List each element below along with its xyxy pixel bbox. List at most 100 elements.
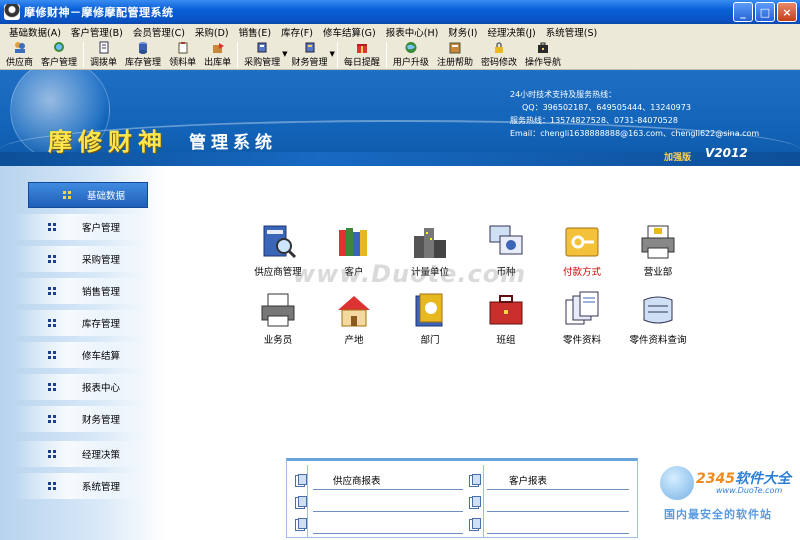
screens-icon xyxy=(489,225,523,255)
report-document-icon xyxy=(295,518,307,531)
report-customer-link[interactable]: 客户报表 xyxy=(509,471,547,489)
menu-customer[interactable]: 客户管理(B) xyxy=(66,25,128,39)
header-banner: 摩修财神 管理系统 24小时技术支持及服务热线： QQ：396502187、64… xyxy=(0,70,800,166)
tile-business-dept[interactable]: 营业部 xyxy=(623,222,693,282)
menu-purchase[interactable]: 采购(D) xyxy=(190,25,234,39)
supplier-book-icon xyxy=(263,225,297,259)
sidebar-item-reports[interactable]: 报表中心 xyxy=(14,374,150,400)
menu-reports[interactable]: 报表中心(H) xyxy=(381,25,444,39)
gift-icon xyxy=(356,44,367,53)
toolbar-finance-button[interactable]: 财务管理 xyxy=(288,40,332,69)
toolbar-transfer-button[interactable]: 调拨单 xyxy=(86,40,121,69)
report-item-empty[interactable] xyxy=(469,515,485,533)
toolbar-supplier-button[interactable]: 供应商 xyxy=(2,40,37,69)
tile-team[interactable]: 班组 xyxy=(471,290,541,350)
sidebar-item-repair-settlement[interactable]: 修车结算 xyxy=(14,342,150,368)
grid-bullet-icon xyxy=(48,415,56,423)
menu-manager[interactable]: 经理决策(J) xyxy=(483,25,541,39)
toolbar-separator xyxy=(83,42,85,68)
sidebar-item-stock[interactable]: 库存管理 xyxy=(14,310,150,336)
report-item-empty[interactable] xyxy=(295,515,311,533)
contact-info: 24小时技术支持及服务热线： QQ：396502187、649505444、13… xyxy=(510,88,759,140)
grid-bullet-icon xyxy=(48,287,56,295)
service-phone: 服务热线：13574827528、0731-84070528 xyxy=(510,116,678,125)
tile-label: 班组 xyxy=(496,335,516,346)
report-supplier-label: 供应商报表 xyxy=(333,476,381,487)
sidebar-item-label: 修车结算 xyxy=(82,351,121,362)
tile-parts-query[interactable]: 零件资料查询 xyxy=(614,290,702,350)
toolbar-separator xyxy=(385,42,387,68)
documents-icon xyxy=(565,291,599,325)
toolbar-daily-reminder-button[interactable]: 每日提醒 xyxy=(340,40,384,69)
menu-system[interactable]: 系统管理(S) xyxy=(541,25,602,39)
report-item-customer[interactable] xyxy=(469,471,485,489)
toolbar-requisition-label: 领料单 xyxy=(169,58,197,68)
menu-member[interactable]: 会员管理(C) xyxy=(128,25,190,39)
menu-finance[interactable]: 财务(I) xyxy=(443,25,482,39)
window-title: 摩修财神－摩修摩配管理系统 xyxy=(24,6,174,19)
earth-icon xyxy=(405,42,417,53)
house-icon xyxy=(338,296,370,327)
grid-bullet-icon xyxy=(48,351,56,359)
sidebar-item-sales[interactable]: 销售管理 xyxy=(14,278,150,304)
site-logo: 2345软件大全 www.DuoTe.com 国内最安全的软件站 xyxy=(656,460,800,540)
hotline-title: 24小时技术支持及服务热线： xyxy=(510,90,617,99)
report-item-empty[interactable] xyxy=(469,493,485,511)
toolbar-password-button[interactable]: 密码修改 xyxy=(477,40,521,69)
tile-origin[interactable]: 产地 xyxy=(319,290,389,350)
folder-book-icon xyxy=(415,293,443,327)
toolbar-purchase-button[interactable]: 采购管理 xyxy=(240,40,284,69)
toolbar-requisition-button[interactable]: 领料单 xyxy=(165,40,200,69)
menu-basic-data[interactable]: 基础数据(A) xyxy=(4,25,66,39)
report-document-icon xyxy=(469,474,481,487)
books-icon xyxy=(339,228,367,256)
email-address: Email：chengli1638888888@163.com、chengli6… xyxy=(510,129,760,138)
database-icon xyxy=(139,42,148,54)
toolbar-stock-button[interactable]: 库存管理 xyxy=(121,40,165,69)
sidebar-item-finance[interactable]: 财务管理 xyxy=(14,406,150,432)
tile-department[interactable]: 部门 xyxy=(395,290,465,350)
tile-salesperson[interactable]: 业务员 xyxy=(243,290,313,350)
toolbar-purchase-label: 采购管理 xyxy=(244,58,281,68)
chevron-down-icon[interactable]: ▼ xyxy=(330,50,335,58)
toolbar-guide-label: 操作导航 xyxy=(524,58,561,68)
toolbar-register-help-button[interactable]: 注册帮助 xyxy=(433,40,477,69)
menu-bar: 基础数据(A) 客户管理(B) 会员管理(C) 采购(D) 销售(E) 库存(F… xyxy=(0,24,800,40)
sidebar-item-basic-data[interactable]: 基础数据 xyxy=(28,182,148,208)
globe-user-icon xyxy=(54,42,65,52)
logo-mascot-icon xyxy=(660,466,694,500)
menu-stock[interactable]: 库存(F) xyxy=(276,25,318,39)
toolbar-upgrade-button[interactable]: 用户升级 xyxy=(389,40,433,69)
toolbar-guide-button[interactable]: 操作导航 xyxy=(521,40,565,69)
toolbar-customer-button[interactable]: 客户管理 xyxy=(37,40,81,69)
tile-payment-method[interactable]: 付款方式 xyxy=(547,222,617,282)
logo-name: 2345软件大全 xyxy=(696,468,791,488)
report-supplier-link[interactable]: 供应商报表 xyxy=(333,471,381,489)
menu-repair-settlement[interactable]: 修车结算(G) xyxy=(318,25,381,39)
clipboard-icon xyxy=(178,42,188,54)
report-item-supplier[interactable] xyxy=(295,471,311,489)
report-document-icon xyxy=(295,474,307,487)
sidebar: 基础数据 客户管理 采购管理 销售管理 库存管理 修车结算 报表中心 财务管理 … xyxy=(0,166,166,540)
tile-parts-data[interactable]: 零件资料 xyxy=(547,290,617,350)
briefcase-icon xyxy=(537,42,548,53)
toolbar-outbound-button[interactable]: 出库单 xyxy=(200,40,235,69)
sidebar-item-customer[interactable]: 客户管理 xyxy=(14,214,150,240)
maximize-button[interactable]: □ xyxy=(755,2,775,22)
toolbar-upgrade-label: 用户升级 xyxy=(392,58,429,68)
brand-name: 摩修财神 xyxy=(48,127,168,156)
logo-name-prefix: 2345 xyxy=(696,471,735,487)
minimize-button[interactable]: _ xyxy=(733,2,753,22)
report-underline xyxy=(487,489,629,490)
report-document-icon xyxy=(469,496,481,509)
app-icon xyxy=(4,4,20,20)
sidebar-item-system[interactable]: 系统管理 xyxy=(14,473,150,499)
sidebar-item-label: 经理决策 xyxy=(82,450,121,461)
menu-sales[interactable]: 销售(E) xyxy=(234,25,276,39)
printer-icon xyxy=(261,293,295,327)
sidebar-item-purchase[interactable]: 采购管理 xyxy=(14,246,150,272)
window-controls: _ □ × xyxy=(733,2,797,22)
close-button[interactable]: × xyxy=(777,2,797,22)
sidebar-item-manager[interactable]: 经理决策 xyxy=(14,441,150,467)
report-item-empty[interactable] xyxy=(295,493,311,511)
